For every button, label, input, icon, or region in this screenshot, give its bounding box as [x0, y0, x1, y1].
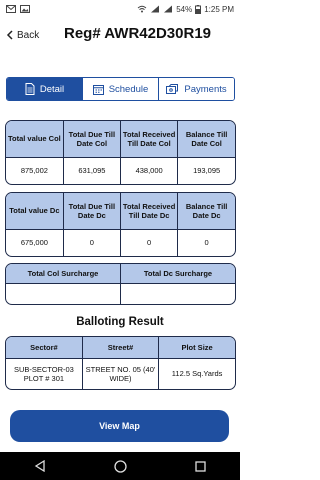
circle-home-icon — [113, 459, 127, 473]
mail-icon — [6, 5, 16, 13]
balloting-header-plot-size: Plot Size — [158, 337, 235, 359]
balloting-plot-size: 112.5 Sq.Yards — [158, 357, 235, 389]
col-header-total-value: Total value Col — [6, 121, 64, 158]
nav-recents-button[interactable] — [193, 459, 207, 473]
dc-balance: 0 — [177, 228, 235, 256]
col-header-total-received: Total Received Till Date Col — [119, 121, 179, 158]
balloting-header-street: Street# — [81, 337, 160, 359]
dc-header-total-value: Total value Dc — [6, 193, 64, 230]
dc-total-received: 0 — [119, 228, 179, 256]
tab-schedule-label: Schedule — [108, 83, 149, 95]
balloting-title: Balloting Result — [76, 316, 164, 328]
tab-payments-label: Payments — [184, 83, 227, 95]
col-total-due: 631,095 — [62, 156, 122, 184]
col-total-received: 438,000 — [119, 156, 179, 184]
dc-header-balance: Balance Till Date Dc — [177, 193, 235, 230]
nav-back-button[interactable] — [33, 459, 47, 473]
col-summary-table: Total value Col Total Due Till Date Col … — [5, 120, 236, 185]
surcharge-header-col: Total Col Surcharge — [6, 264, 121, 284]
dc-header-total-received: Total Received Till Date Dc — [119, 193, 179, 230]
system-nav-bar — [0, 452, 240, 480]
signal-icon-2 — [164, 5, 173, 13]
back-label: Back — [17, 29, 40, 41]
status-bar: 54% 1:25 PM — [0, 0, 240, 18]
surcharge-dc-value — [120, 282, 235, 304]
calendar-icon — [92, 84, 104, 95]
dc-summary-table: Total value Dc Total Due Till Date Dc To… — [5, 192, 236, 257]
chevron-left-icon — [6, 30, 13, 40]
page-title: Reg# AWR42D30R19 — [64, 25, 212, 42]
battery-icon — [195, 4, 202, 14]
status-time: 1:25 PM — [204, 4, 234, 14]
tab-schedule[interactable]: Schedule — [82, 78, 158, 100]
col-total-value: 875,002 — [6, 156, 64, 184]
tab-detail[interactable]: Detail — [7, 78, 82, 100]
back-button[interactable]: Back — [0, 30, 39, 41]
col-header-total-due: Total Due Till Date Col — [62, 121, 122, 158]
tab-bar: Detail Schedule Payments — [6, 77, 235, 101]
view-map-button[interactable]: View Map — [10, 410, 229, 442]
square-recents-icon — [194, 460, 206, 472]
surcharge-col-value — [6, 282, 121, 304]
document-icon — [25, 83, 35, 95]
wifi-icon — [137, 5, 147, 13]
surcharge-header-dc: Total Dc Surcharge — [120, 264, 235, 284]
nav-home-button[interactable] — [113, 459, 127, 473]
dc-total-due: 0 — [62, 228, 122, 256]
image-icon — [20, 5, 30, 13]
signal-icon — [151, 5, 160, 13]
surcharge-table: Total Col Surcharge Total Dc Surcharge — [5, 263, 236, 305]
battery-percent: 54% — [176, 4, 193, 14]
app-toolbar: Back Reg# AWR42D30R19 — [0, 18, 240, 52]
col-balance: 193,095 — [177, 156, 235, 184]
balloting-street: STREET NO. 05 (40' WIDE) — [81, 357, 160, 389]
balloting-header-sector: Sector# — [6, 337, 83, 359]
triangle-back-icon — [34, 460, 45, 472]
dc-header-total-due: Total Due Till Date Dc — [62, 193, 122, 230]
balloting-table: Sector# Street# Plot Size SUB-SECTOR-03 … — [5, 336, 236, 390]
dc-total-value: 675,000 — [6, 228, 64, 256]
payment-icon — [166, 84, 179, 94]
balloting-sector: SUB-SECTOR-03 PLOT # 301 — [6, 357, 83, 389]
tab-payments[interactable]: Payments — [158, 78, 234, 100]
col-header-balance: Balance Till Date Col — [177, 121, 235, 158]
tab-detail-label: Detail — [39, 83, 65, 95]
